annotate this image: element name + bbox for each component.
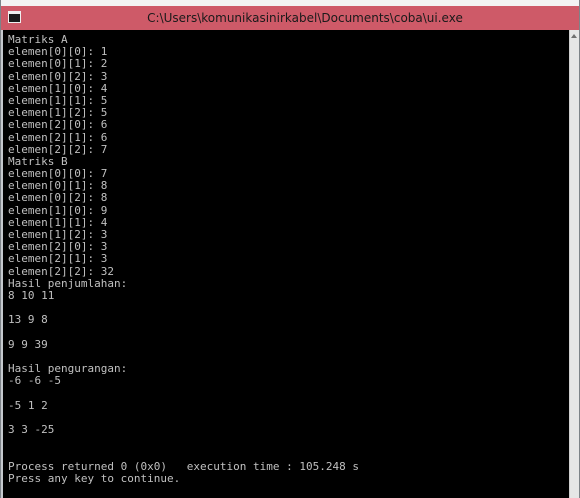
console-line: elemen[1][0]: 9 <box>8 203 108 217</box>
console-line: Press any key to continue. <box>8 471 181 485</box>
console-line: 13 9 8 <box>8 313 48 327</box>
console-line: 9 9 39 <box>8 337 48 351</box>
console-line: Hasil pengurangan: <box>8 362 128 376</box>
console-line: -5 1 2 <box>8 398 48 412</box>
console-window: C:\Users\komunikasinirkabel\Documents\co… <box>0 0 580 498</box>
console-line: Process returned 0 (0x0) execution time … <box>8 459 359 473</box>
window-title: C:\Users\komunikasinirkabel\Documents\co… <box>147 11 463 25</box>
title-bar[interactable]: C:\Users\komunikasinirkabel\Documents\co… <box>1 6 579 30</box>
console-output-area[interactable]: Matriks Aelemen[0][0]: 1 elemen[0][1]: 2e… <box>3 30 569 498</box>
console-line: elemen[0][1]: 2 <box>8 57 108 71</box>
console-line: elemen[2][0]: 6 <box>8 118 108 132</box>
scroll-up-arrow-icon[interactable] <box>571 34 577 38</box>
console-output: Matriks Aelemen[0][0]: 1 elemen[0][1]: 2e… <box>3 30 569 485</box>
console-line: 3 3 -25 <box>8 423 55 436</box>
console-line: elemen[2][2]: 32 <box>8 264 114 278</box>
console-line: -6 -6 -5 <box>8 374 61 388</box>
console-line: elemen[2][1]: 6 <box>8 130 108 144</box>
console-line: Hasil penjumlahan: <box>8 276 128 290</box>
console-line: 8 10 11 <box>8 288 55 302</box>
vertical-scrollbar[interactable] <box>569 30 579 498</box>
console-line: elemen[0][2]: 8 <box>8 191 108 205</box>
console-line: elemen[2][2]: 7 <box>8 142 108 156</box>
console-line: elemen[0][2]: 3 <box>8 69 108 83</box>
console-line: elemen[2][1]: 3 <box>8 252 108 266</box>
